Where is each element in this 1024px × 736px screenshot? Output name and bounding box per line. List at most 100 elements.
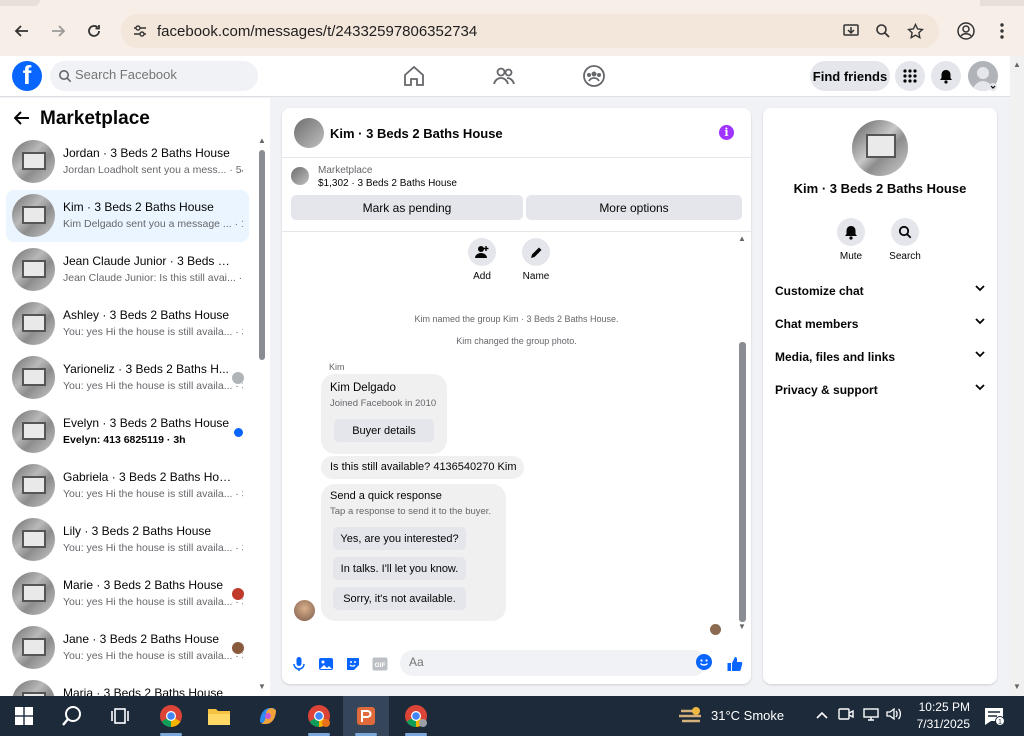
notification-center-icon[interactable]: 1 — [980, 702, 1008, 730]
chat-title[interactable]: Kim · 3 Beds 2 Baths House — [330, 126, 503, 141]
search-input[interactable] — [75, 67, 245, 82]
conversation-list-item[interactable]: Ashley · 3 Beds 2 Baths House You: yes Hi… — [6, 298, 249, 350]
search-box[interactable] — [50, 61, 258, 91]
conversation-thumbnail — [12, 626, 55, 669]
network-icon[interactable] — [863, 707, 879, 724]
photo-icon[interactable] — [317, 655, 334, 672]
chrome-second-profile-icon[interactable] — [402, 702, 430, 730]
mark-as-pending-button[interactable]: Mark as pending — [291, 195, 523, 220]
quick-response-option[interactable]: Yes, are you interested? — [333, 527, 466, 550]
conversation-name: Evelyn · 3 Beds 2 Baths House — [63, 416, 230, 430]
conversation-preview: You: yes Hi the house is still availa...… — [63, 542, 243, 554]
sender-avatar[interactable] — [294, 600, 315, 621]
buyer-details-button[interactable]: Buyer details — [334, 419, 434, 442]
conversation-preview: You: yes Hi the house is still availa...… — [63, 488, 243, 500]
mute-button[interactable]: Mute — [826, 218, 876, 262]
group-avatar[interactable] — [852, 120, 908, 176]
conversation-list-item[interactable]: Maria · 3 Beds 2 Baths House — [6, 676, 249, 696]
chat-details-panel: Kim · 3 Beds 2 Baths House Mute Search C… — [763, 108, 997, 684]
facebook-logo-icon[interactable]: f — [12, 61, 42, 91]
url-text[interactable]: facebook.com/messages/t/2433259780635273… — [157, 23, 477, 40]
conversation-list-item[interactable]: Jean Claude Junior · 3 Beds 2 B... Jean C… — [6, 244, 249, 296]
conversation-list-scrollbar[interactable]: ▲ ▼ — [257, 136, 267, 696]
sticker-icon[interactable] — [344, 655, 361, 672]
message-bubble[interactable]: Is this still available? 4136540270 Kim — [321, 456, 524, 479]
quick-response-option[interactable]: Sorry, it's not available. — [333, 587, 466, 610]
gif-icon[interactable]: GIF — [371, 655, 388, 672]
info-icon[interactable]: i — [719, 125, 734, 140]
conversation-list-item[interactable]: Gabriela · 3 Beds 2 Baths House You: yes … — [6, 460, 249, 512]
conversation-name: Ashley · 3 Beds 2 Baths House — [63, 308, 230, 322]
emoji-icon[interactable] — [696, 654, 712, 670]
add-member-button[interactable]: Add — [462, 238, 502, 282]
message-input-box[interactable] — [400, 650, 706, 676]
scrollbar-thumb[interactable] — [259, 150, 265, 360]
account-chevron-icon[interactable] — [988, 83, 998, 91]
conversation-list-item[interactable]: Jordan · 3 Beds 2 Baths House Jordan Load… — [6, 136, 249, 188]
show-hidden-icons-icon[interactable] — [816, 707, 828, 722]
conversation-thumbnail — [12, 194, 55, 237]
conversation-thumbnail — [12, 518, 55, 561]
conversation-list-item[interactable]: Lily · 3 Beds 2 Baths House You: yes Hi t… — [6, 514, 249, 566]
media-files-links-section[interactable]: Media, files and links — [775, 350, 985, 364]
conversation-list-item[interactable]: Marie · 3 Beds 2 Baths House You: yes Hi … — [6, 568, 249, 620]
chat-members-section[interactable]: Chat members — [775, 317, 985, 331]
friends-icon[interactable] — [492, 64, 516, 88]
browser-menu-icon[interactable] — [989, 18, 1015, 44]
copilot-icon[interactable] — [254, 702, 282, 730]
customize-chat-section[interactable]: Customize chat — [775, 284, 985, 298]
page-scrollbar[interactable]: ▲ ▼ — [1010, 56, 1024, 696]
taskbar-search-icon[interactable] — [58, 702, 86, 730]
more-options-button[interactable]: More options — [526, 195, 742, 220]
groups-icon[interactable] — [582, 64, 606, 88]
marketplace-conversation-list: Marketplace Jordan · 3 Beds 2 Baths Hous… — [0, 98, 270, 696]
find-friends-button[interactable]: Find friends — [810, 61, 890, 91]
bookmark-star-icon[interactable] — [905, 21, 925, 41]
search-in-chat-button[interactable]: Search — [880, 218, 930, 262]
chevron-down-icon — [975, 350, 985, 361]
back-arrow-icon[interactable] — [13, 109, 30, 130]
quick-response-option[interactable]: In talks. I'll let you know. — [333, 557, 466, 580]
chat-panel: Kim · 3 Beds 2 Baths House i Marketplace… — [282, 108, 751, 684]
listing-thumbnail[interactable] — [291, 167, 309, 185]
notifications-bell-icon[interactable] — [931, 61, 961, 91]
name-group-button[interactable]: Name — [516, 238, 556, 282]
chrome-active-profile-icon[interactable] — [352, 702, 380, 730]
message-input[interactable] — [409, 655, 679, 669]
task-view-icon[interactable] — [106, 702, 134, 730]
thumbs-up-icon[interactable] — [726, 655, 743, 672]
site-info-icon[interactable] — [131, 22, 149, 40]
conversation-list-item[interactable]: Yarioneliz · 3 Beds 2 Baths H... You: yes… — [6, 352, 249, 404]
chat-avatar[interactable] — [294, 118, 324, 148]
home-icon[interactable] — [402, 64, 426, 88]
meet-now-icon[interactable] — [838, 707, 854, 724]
read-receipt-avatar — [232, 588, 244, 600]
privacy-support-section[interactable]: Privacy & support — [775, 383, 985, 397]
chrome-icon[interactable] — [157, 702, 185, 730]
file-explorer-icon[interactable] — [205, 702, 233, 730]
zoom-icon[interactable] — [873, 21, 893, 41]
microphone-icon[interactable] — [290, 655, 307, 672]
conversation-list-item[interactable]: Jane · 3 Beds 2 Baths House You: yes Hi t… — [6, 622, 249, 674]
chat-scrollbar[interactable]: ▲ ▼ — [737, 232, 749, 632]
address-bar[interactable]: facebook.com/messages/t/2433259780635273… — [121, 14, 939, 48]
reload-icon[interactable] — [81, 18, 107, 44]
chrome-profile-icon[interactable] — [305, 702, 333, 730]
marketplace-title: Marketplace — [40, 108, 150, 129]
listing-price-title[interactable]: $1,302 · 3 Beds 2 Baths House — [318, 178, 457, 189]
menu-grid-icon[interactable] — [895, 61, 925, 91]
profile-icon[interactable] — [953, 18, 979, 44]
conversation-thumbnail — [12, 248, 55, 291]
back-icon[interactable] — [9, 18, 35, 44]
volume-icon[interactable] — [886, 707, 902, 724]
windows-start-icon[interactable] — [10, 702, 38, 730]
weather-text[interactable]: 31°C Smoke — [711, 708, 784, 723]
forward-icon[interactable] — [45, 18, 71, 44]
system-clock[interactable]: 10:25 PM 7/31/2025 — [910, 699, 970, 733]
conversation-list-item[interactable]: Kim · 3 Beds 2 Baths House Kim Delgado se… — [6, 190, 249, 242]
install-app-icon[interactable] — [841, 21, 861, 41]
scrollbar-thumb[interactable] — [739, 342, 746, 622]
conversation-list-item[interactable]: Evelyn · 3 Beds 2 Baths House Evelyn: 413… — [6, 406, 249, 458]
add-person-icon — [468, 238, 496, 266]
weather-icon[interactable] — [677, 702, 705, 730]
